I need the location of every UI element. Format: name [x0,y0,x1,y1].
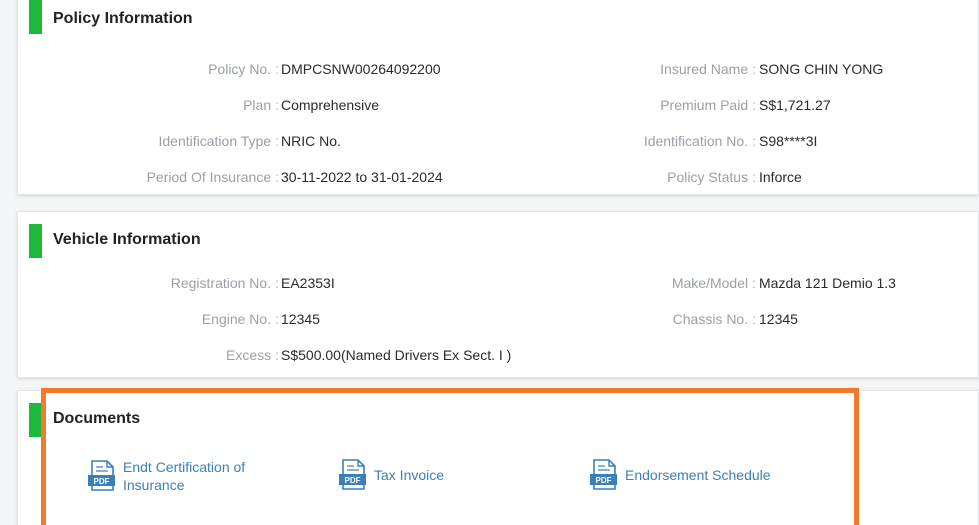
insured-name-label: Insured Name: [660,61,756,77]
pdf-icon: PDF [88,460,115,491]
svg-text:PDF: PDF [345,476,361,485]
excess-label: Excess: [225,347,279,363]
vehicle-row: Engine No.: 12345 Chassis No.: 12345 [18,311,978,331]
identification-no-value: S98****3I [759,133,818,149]
section-accent-bar [29,403,42,437]
document-link-endt-certification[interactable]: PDF Endt Certification of Insurance [86,458,245,494]
document-label[interactable]: Endt Certification of Insurance [123,458,245,494]
premium-paid-value: S$1,721.27 [759,97,831,113]
pdf-icon: PDF [339,459,366,490]
make-model-value: Mazda 121 Demio 1.3 [759,275,896,291]
engine-no-value: 12345 [281,311,320,327]
policy-row: Period Of Insurance: 30-11-2022 to 31-01… [18,169,978,189]
chassis-no-value: 12345 [759,311,798,327]
svg-text:PDF: PDF [94,477,110,486]
policy-row: Plan: Comprehensive Premium Paid: S$1,72… [18,97,978,117]
documents-card: Documents PDF Endt Certification of Insu… [17,390,979,525]
document-link-endorsement-schedule[interactable]: PDF Endorsement Schedule [588,458,771,492]
identification-no-label: Identification No.: [643,133,756,149]
policy-detail-page: Policy Information Policy No.: DMPCSNW00… [0,0,979,525]
vehicle-row: Registration No.: EA2353I Make/Model: Ma… [18,275,978,295]
make-model-label: Make/Model: [671,275,756,291]
identification-type-label: Identification Type: [158,133,280,149]
plan-value: Comprehensive [281,97,380,113]
document-label[interactable]: Tax Invoice [374,466,444,484]
chassis-no-label: Chassis No.: [672,311,756,327]
vehicle-information-card: Vehicle Information Registration No.: EA… [17,211,979,378]
plan-label: Plan: [243,97,279,113]
premium-paid-label: Premium Paid: [660,97,756,113]
period-of-insurance-label: Period Of Insurance: [146,169,279,185]
policy-no-value: DMPCSNW00264092200 [281,61,441,77]
documents-title: Documents [53,410,141,427]
registration-no-value: EA2353I [281,275,335,291]
period-of-insurance-value: 30-11-2022 to 31-01-2024 [281,169,443,185]
policy-status-label: Policy Status: [667,169,756,185]
excess-value: S$500.00(Named Drivers Ex Sect. I ) [281,347,512,363]
policy-information-card: Policy Information Policy No.: DMPCSNW00… [17,0,979,195]
document-link-tax-invoice[interactable]: PDF Tax Invoice [337,458,444,492]
vehicle-information-title: Vehicle Information [53,231,201,248]
vehicle-row: Excess: S$500.00(Named Drivers Ex Sect. … [18,347,978,367]
identification-type-value: NRIC No. [281,133,341,149]
document-label[interactable]: Endorsement Schedule [625,466,771,484]
svg-text:PDF: PDF [596,476,612,485]
policy-row: Policy No.: DMPCSNW00264092200 Insured N… [18,61,978,81]
policy-status-value: Inforce [759,169,802,185]
pdf-icon: PDF [590,459,617,490]
section-accent-bar [29,224,42,258]
registration-no-label: Registration No.: [170,275,279,291]
engine-no-label: Engine No.: [201,311,279,327]
insured-name-value: SONG CHIN YONG [759,61,884,77]
policy-information-title: Policy Information [53,10,193,27]
policy-no-label: Policy No.: [208,61,279,77]
section-accent-bar [29,0,42,34]
policy-row: Identification Type: NRIC No. Identifica… [18,133,978,153]
